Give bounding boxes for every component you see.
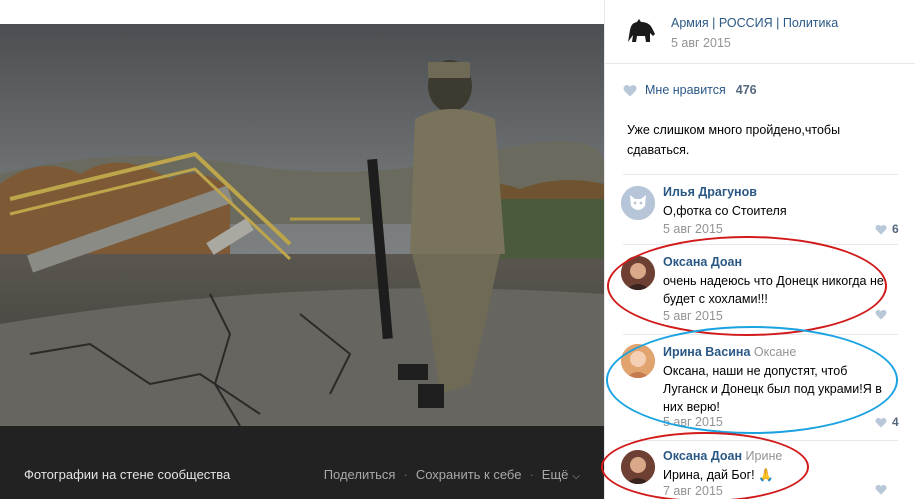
photo-footer: Фотографии на стене сообщества Поделитьс… (0, 426, 604, 499)
comment-like-button[interactable]: 4 (875, 415, 899, 429)
post-text: Уже слишком много пройдено,чтобы сдавать… (627, 123, 841, 157)
group-avatar[interactable] (623, 14, 659, 50)
likes-count: 476 (735, 83, 757, 97)
comment-text: О,фотка со Стоителя (663, 204, 787, 218)
comment-author-link[interactable]: Оксана Доан (663, 255, 742, 269)
comment-avatar[interactable] (621, 256, 655, 290)
chevron-down-icon: ⌵ (572, 471, 580, 482)
album-title-link[interactable]: Фотографии на стене сообщества (24, 467, 230, 482)
comment-author: Ирина Васина (663, 345, 751, 359)
user-photo-icon (621, 344, 655, 378)
comment-author-link[interactable]: Илья Драгунов (663, 185, 757, 199)
comment-item: Оксана Доан очень надеюсь что Донецк ник… (605, 248, 915, 334)
comment-text: очень надеюсь что Донецк никогда не буде… (663, 274, 884, 306)
post-sidebar: Армия | РОССИЯ | Политика 5 авг 2015 Мне… (604, 0, 915, 499)
reply-to-name[interactable]: Оксане (754, 345, 796, 359)
comment-avatar[interactable] (621, 450, 655, 484)
photo-actions: Поделиться · Сохранить к себе · Ещё ⌵ (324, 467, 580, 482)
bear-logo-icon (628, 19, 655, 42)
photo-image (0, 24, 604, 426)
comment-author-link[interactable]: Ирина Васина Оксане (663, 345, 796, 359)
photo-viewer: Фотографии на стене сообщества Поделитьс… (0, 0, 604, 499)
post-date[interactable]: 5 авг 2015 (671, 36, 731, 50)
reply-to-name[interactable]: Ирине (746, 449, 783, 463)
post-header: Армия | РОССИЯ | Политика 5 авг 2015 (605, 0, 915, 64)
comment-date[interactable]: 5 авг 2015 (663, 222, 723, 236)
comment-like-count: 4 (892, 415, 899, 429)
heart-icon (623, 84, 637, 96)
comment-like-button[interactable] (875, 484, 892, 495)
comment-author-link[interactable]: Оксана Доан Ирине (663, 449, 782, 463)
divider (623, 440, 898, 441)
user-photo-icon (621, 450, 655, 484)
comment-date[interactable]: 5 авг 2015 (663, 309, 723, 323)
more-button[interactable]: Ещё ⌵ (542, 467, 580, 482)
comment-like-count: 6 (892, 222, 899, 236)
heart-icon (875, 309, 887, 320)
comment-date[interactable]: 7 авг 2015 (663, 484, 723, 498)
comment-like-button[interactable] (875, 309, 892, 320)
comment-item: Илья Драгунов О,фотка со Стоителя 5 авг … (605, 178, 915, 244)
dog-avatar-icon (621, 186, 655, 220)
comment-date[interactable]: 5 авг 2015 (663, 415, 723, 429)
comment-avatar[interactable] (621, 186, 655, 220)
comment-text: Ирина, дай Бог! 🙏 (663, 468, 774, 482)
comment-author: Оксана Доан (663, 255, 743, 269)
separator-dot: · (529, 467, 534, 482)
divider (623, 174, 898, 175)
share-button[interactable]: Поделиться (324, 467, 396, 482)
comment-item: Оксана Доан Ирине Ирина, дай Бог! 🙏 7 ав… (605, 442, 915, 499)
more-label: Ещё (541, 467, 569, 482)
group-name-link[interactable]: Армия | РОССИЯ | Политика (671, 16, 838, 30)
heart-icon (875, 417, 887, 428)
divider (623, 334, 898, 335)
heart-icon (875, 484, 887, 495)
likes-label: Мне нравится (645, 83, 726, 97)
separator-dot: · (403, 467, 408, 482)
user-photo-icon (621, 256, 655, 290)
comment-avatar[interactable] (621, 344, 655, 378)
comment-item: Ирина Васина Оксане Оксана, наши не допу… (605, 338, 915, 438)
divider (623, 244, 898, 245)
like-button[interactable]: Мне нравится 476 (623, 83, 757, 97)
comment-like-button[interactable]: 6 (875, 222, 899, 236)
save-to-profile-button[interactable]: Сохранить к себе (416, 467, 522, 482)
comment-author: Оксана Доан (663, 449, 743, 463)
heart-icon (875, 224, 887, 235)
comment-author: Илья Драгунов (663, 185, 757, 199)
wall-photo[interactable] (0, 24, 604, 426)
comment-text: Оксана, наши не допустят, чтоб Луганск и… (663, 364, 882, 414)
